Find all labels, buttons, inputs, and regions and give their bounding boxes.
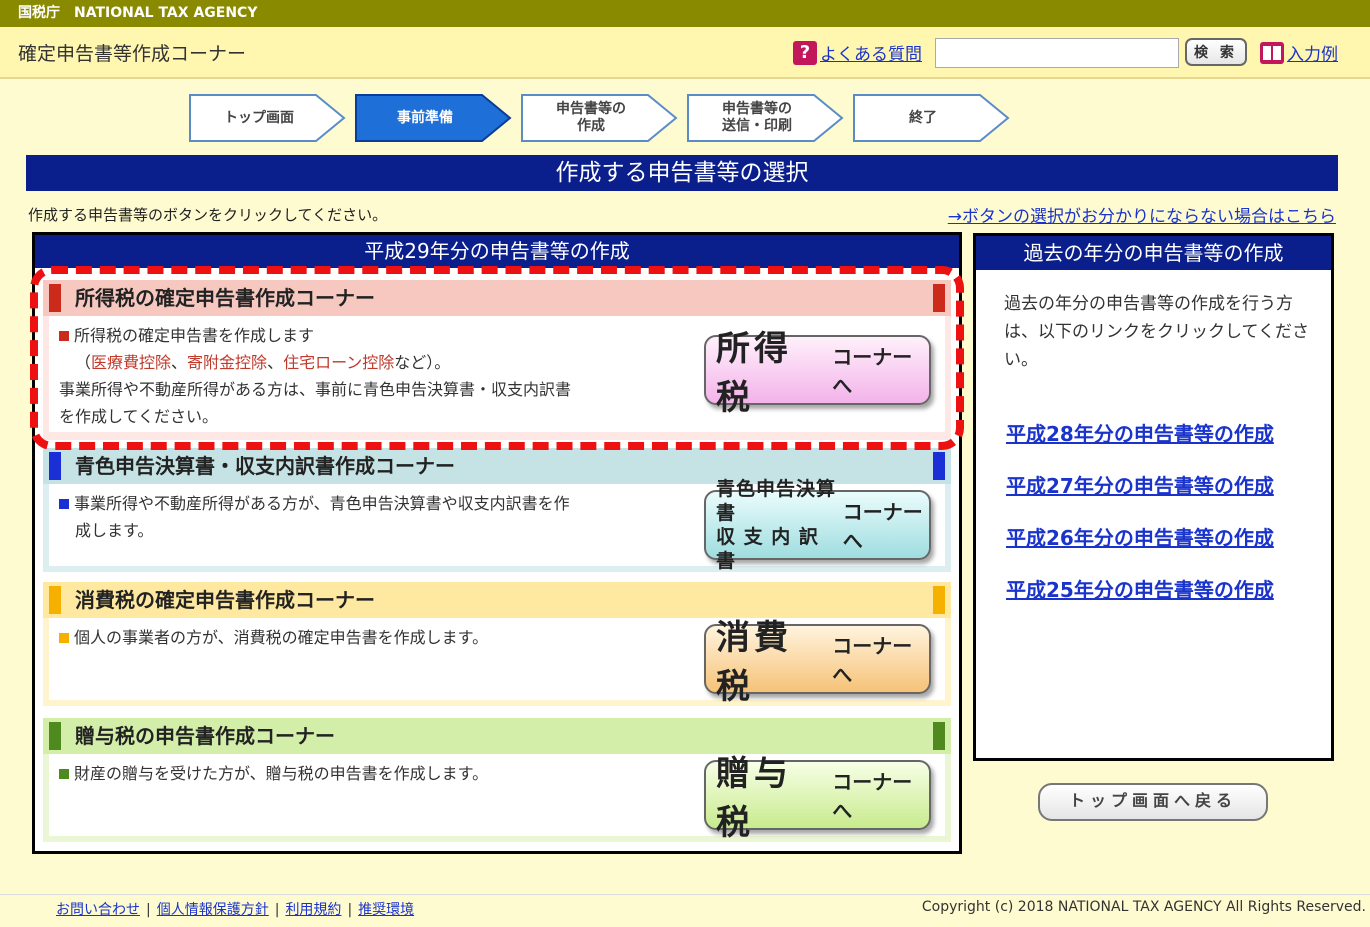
footer-links: お問い合わせ | 個人情報保護方針 | 利用規約 | 推奨環境 bbox=[56, 899, 414, 919]
faq-link[interactable]: よくある質問 bbox=[820, 40, 922, 65]
agency-bar: 国税庁 NATIONAL TAX AGENCY bbox=[0, 0, 1370, 27]
gift-tax-desc-1: 財産の贈与を受けた方が、贈与税の申告書を作成します。 bbox=[74, 764, 489, 783]
step-label-line2: 送信・印刷 bbox=[722, 118, 792, 134]
current-year-heading: 平成29年分の申告書等の作成 bbox=[35, 235, 959, 268]
corner-to-label: コーナーへ bbox=[832, 770, 913, 823]
past-years-panel: 過去の年分の申告書等の作成 過去の年分の申告書等の作成を行う方は、以下のリンクを… bbox=[973, 233, 1334, 761]
step-finish: 終了 bbox=[853, 94, 1011, 142]
blue-return-desc-2: 成します。 bbox=[75, 521, 154, 540]
step-top-screen: トップ画面 bbox=[189, 94, 347, 142]
consumption-tax-button-label: 消費税 bbox=[716, 618, 792, 707]
agency-name-en: NATIONAL TAX AGENCY bbox=[74, 5, 258, 21]
blue-return-corner-button[interactable]: 青色申告決算書収 支 内 訳 書コーナーへ bbox=[704, 478, 931, 572]
step-label-line2: 作成 bbox=[577, 118, 605, 134]
back-to-top-button[interactable]: トップ画面へ戻る bbox=[1038, 783, 1268, 821]
bullet-square bbox=[59, 769, 69, 779]
blue-return-button-line1: 青色申告決算書 bbox=[716, 478, 837, 524]
bullet-square bbox=[59, 633, 69, 643]
search-button[interactable]: 検 索 bbox=[1185, 38, 1247, 66]
footer: お問い合わせ | 個人情報保護方針 | 利用規約 | 推奨環境 Copyright (c) … bbox=[0, 894, 1370, 921]
step-create: 申告書等の 作成 bbox=[521, 94, 679, 142]
instruction-text: 作成する申告書等のボタンをクリックしてください。 bbox=[28, 206, 388, 224]
gift-tax-corner-button[interactable]: 贈与税 コーナーへ bbox=[704, 754, 931, 843]
site-title: 確定申告書等作成コーナー bbox=[18, 43, 247, 65]
question-icon[interactable]: ? bbox=[793, 40, 817, 65]
corner-to-label: コーナーへ bbox=[832, 634, 913, 687]
consumption-tax-desc-1: 個人の事業者の方が、消費税の確定申告書を作成します。 bbox=[74, 628, 489, 647]
step-label: 申告書等の bbox=[556, 101, 626, 117]
input-example-link-group[interactable]: 入力例 bbox=[1260, 40, 1338, 65]
input-example-link[interactable]: 入力例 bbox=[1287, 40, 1338, 65]
book-icon[interactable] bbox=[1260, 41, 1284, 64]
past-years-text: 過去の年分の申告書等の作成を行う方は、以下のリンクをクリックしてください。 bbox=[1004, 294, 1309, 370]
help-link[interactable]: →ボタンの選択がお分かりにならない場合はこちら bbox=[948, 202, 1336, 227]
footer-separator: | bbox=[347, 902, 353, 918]
search-input[interactable] bbox=[935, 38, 1179, 68]
step-send-print: 申告書等の 送信・印刷 bbox=[687, 94, 845, 142]
site-header: 確定申告書等作成コーナー ? よくある質問 検 索 入力例 bbox=[0, 27, 1370, 79]
past-years-heading: 過去の年分の申告書等の作成 bbox=[976, 236, 1331, 270]
consumption-tax-section: 消費税の確定申告書作成コーナー 個人の事業者の方が、消費税の確定申告書を作成しま… bbox=[43, 582, 951, 707]
step-label: 申告書等の bbox=[722, 101, 792, 117]
footer-separator: | bbox=[146, 902, 151, 918]
step-label: トップ画面 bbox=[224, 109, 294, 126]
copyright: Copyright (c) 2018 NATIONAL TAX AGENCY A… bbox=[921, 899, 1366, 915]
consumption-tax-corner-button[interactable]: 消費税 コーナーへ bbox=[704, 618, 931, 707]
blue-return-section: 青色申告決算書・収支内訳書作成コーナー 事業所得や不動産所得がある方が、青色申告… bbox=[43, 448, 951, 572]
past-link-h27[interactable]: 平成27年分の申告書等の作成 bbox=[1006, 470, 1274, 499]
footer-link-environment[interactable]: 推奨環境 bbox=[358, 902, 414, 918]
footer-link-terms[interactable]: 利用規約 bbox=[285, 902, 341, 918]
bullet-square bbox=[59, 499, 69, 509]
blue-return-button-line2: 収 支 内 訳 書 bbox=[716, 526, 819, 572]
step-label: 事前準備 bbox=[397, 109, 453, 126]
corner-to-label: コーナーへ bbox=[842, 500, 923, 553]
page-title: 作成する申告書等の選択 bbox=[26, 155, 1338, 191]
footer-link-privacy[interactable]: 個人情報保護方針 bbox=[157, 902, 269, 918]
past-link-h28[interactable]: 平成28年分の申告書等の作成 bbox=[1006, 418, 1274, 447]
gift-tax-section: 贈与税の申告書作成コーナー 財産の贈与を受けた方が、贈与税の申告書を作成します。… bbox=[43, 718, 951, 843]
past-link-h25[interactable]: 平成25年分の申告書等の作成 bbox=[1006, 574, 1274, 603]
highlight-dashed-outline bbox=[30, 266, 964, 450]
footer-separator: | bbox=[274, 902, 280, 918]
footer-link-contact[interactable]: お問い合わせ bbox=[56, 902, 140, 918]
agency-name-jp: 国税庁 bbox=[18, 5, 60, 21]
step-label: 終了 bbox=[909, 109, 937, 126]
blue-return-desc-1: 事業所得や不動産所得がある方が、青色申告決算書や収支内訳書を作 bbox=[74, 494, 570, 513]
gift-tax-button-label: 贈与税 bbox=[716, 754, 792, 843]
step-preparation: 事前準備 bbox=[355, 94, 513, 142]
faq-link-group[interactable]: ? よくある質問 bbox=[793, 40, 922, 65]
past-link-h26[interactable]: 平成26年分の申告書等の作成 bbox=[1006, 522, 1274, 551]
